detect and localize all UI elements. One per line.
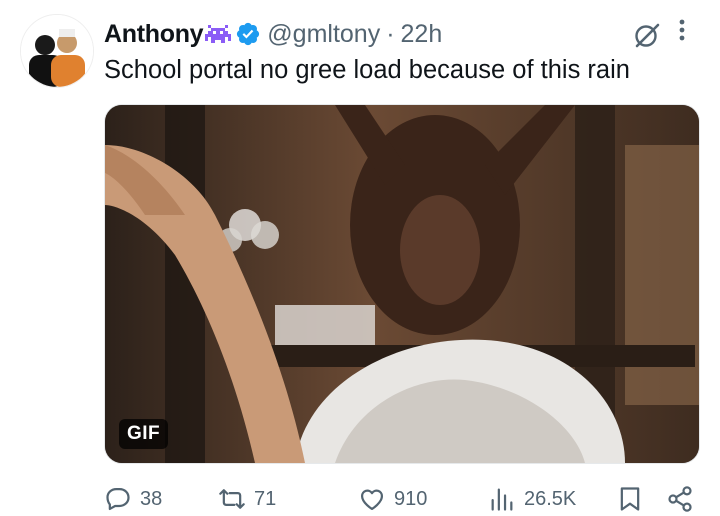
separator-dot: · — [386, 19, 395, 48]
tweet-header: Anthony @gmltony · 22h — [104, 16, 442, 52]
reply-button[interactable]: 38 — [104, 484, 162, 514]
like-icon — [360, 489, 384, 511]
views-button[interactable]: 26.5K — [488, 484, 576, 514]
share-icon — [668, 486, 692, 512]
handle[interactable]: @gmltony — [267, 20, 380, 49]
avatar[interactable] — [20, 14, 94, 88]
repost-count: 71 — [254, 487, 277, 510]
tweet[interactable]: Anthony @gmltony · 22h School portal no … — [0, 0, 720, 516]
gif-media[interactable]: GIF — [104, 104, 700, 464]
reply-count: 38 — [140, 487, 163, 510]
views-icon — [491, 488, 513, 511]
bookmark-button[interactable] — [616, 484, 644, 514]
reply-icon — [106, 487, 130, 511]
gif-badge: GIF — [119, 419, 169, 449]
share-button[interactable] — [666, 484, 694, 514]
like-button[interactable]: 910 — [358, 484, 427, 514]
grok-icon[interactable] — [632, 20, 662, 50]
views-count: 26.5K — [524, 487, 577, 510]
more-options-icon[interactable] — [670, 16, 694, 46]
verified-badge-icon[interactable] — [235, 21, 261, 47]
display-name[interactable]: Anthony — [104, 20, 204, 49]
repost-icon — [219, 489, 245, 509]
repost-button[interactable]: 71 — [218, 484, 276, 514]
like-count: 910 — [394, 487, 428, 510]
alien-invader-emoji-icon — [205, 23, 232, 45]
action-bar: 38 71 910 26.5K — [104, 484, 698, 514]
bookmark-icon — [620, 487, 640, 511]
tweet-text: School portal no gree load because of th… — [104, 56, 630, 84]
timestamp[interactable]: 22h — [401, 20, 443, 49]
gif-preview-image — [105, 105, 699, 463]
